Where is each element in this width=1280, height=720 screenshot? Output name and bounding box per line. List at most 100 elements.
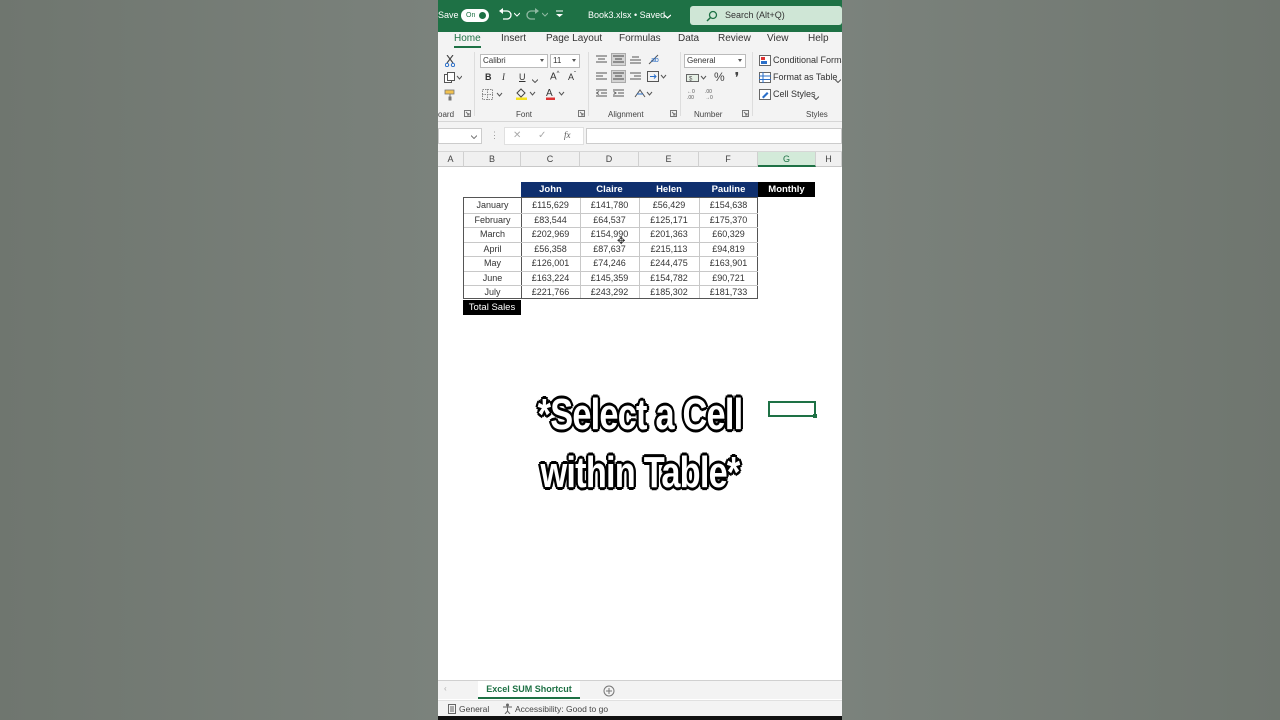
format-painter-icon[interactable] [444, 89, 456, 103]
value-cell[interactable]: £56,358 [521, 242, 580, 257]
value-cell[interactable]: £221,766 [521, 285, 580, 300]
value-cell[interactable]: £125,171 [639, 213, 699, 228]
month-cell[interactable]: July [464, 285, 521, 300]
file-name[interactable]: Book3.xlsx • Saved [588, 10, 665, 20]
value-cell[interactable]: £201,363 [639, 227, 699, 242]
underline-dropdown-icon[interactable] [531, 75, 539, 85]
value-cell[interactable]: £154,990 [580, 227, 639, 242]
increase-font-icon[interactable]: A^ [550, 71, 560, 82]
cell-styles-icon[interactable] [759, 89, 771, 102]
month-cell[interactable]: January [464, 198, 521, 213]
comma-style-icon[interactable]: ❜ [735, 70, 739, 84]
scroll-tabs-left-icon[interactable]: ‹ [444, 684, 447, 693]
value-cell[interactable]: £115,629 [521, 198, 580, 213]
wrap-text-icon[interactable] [634, 88, 654, 101]
alignment-launcher-icon[interactable] [670, 110, 677, 119]
tab-home[interactable]: Home [454, 33, 481, 48]
column-header-d[interactable]: D [580, 152, 639, 167]
month-cell[interactable]: April [464, 242, 521, 257]
header-cell-helen[interactable]: Helen [639, 182, 699, 197]
sheet-tab-excel-sum-shortcut[interactable]: Excel SUM Shortcut [478, 681, 580, 699]
cut-icon[interactable] [444, 54, 456, 69]
header-cell-john[interactable]: John [521, 182, 580, 197]
tab-review[interactable]: Review [718, 33, 751, 44]
value-cell[interactable]: £154,638 [699, 198, 758, 213]
value-cell[interactable]: £185,302 [639, 285, 699, 300]
name-box-dropdown-icon[interactable] [471, 135, 477, 139]
accessibility-status[interactable]: Accessibility: Good to go [515, 704, 608, 714]
top-align-icon[interactable] [596, 55, 607, 66]
font-name-combo[interactable]: Calibri [480, 54, 548, 68]
worksheet-grid[interactable]: A B C D E F G H John Claire Helen Paulin… [438, 152, 842, 680]
value-cell[interactable]: £60,329 [699, 227, 758, 242]
increase-indent-icon[interactable] [613, 89, 624, 100]
formula-input[interactable] [586, 128, 842, 144]
format-as-table-button[interactable]: Format as Table [773, 72, 837, 82]
tab-page-layout[interactable]: Page Layout [546, 33, 602, 44]
decrease-font-icon[interactable]: Aˇ [568, 72, 576, 82]
undo-icon[interactable] [498, 8, 512, 22]
redo-icon[interactable] [526, 8, 540, 22]
underline-button[interactable]: U [519, 72, 526, 82]
column-header-g[interactable]: G [758, 152, 816, 167]
header-cell-monthly[interactable]: Monthly [758, 182, 815, 197]
value-cell[interactable]: £87,637 [580, 242, 639, 257]
middle-align-icon[interactable] [611, 53, 626, 66]
value-cell[interactable]: £64,537 [580, 213, 639, 228]
search-box[interactable]: Search (Alt+Q) [690, 6, 842, 25]
bold-button[interactable]: B [485, 72, 492, 82]
value-cell[interactable]: £145,359 [580, 271, 639, 286]
value-cell[interactable]: £181,733 [699, 285, 758, 300]
value-cell[interactable]: £175,370 [699, 213, 758, 228]
column-header-c[interactable]: C [521, 152, 580, 167]
header-cell-pauline[interactable]: Pauline [699, 182, 758, 197]
value-cell[interactable]: £94,819 [699, 242, 758, 257]
font-size-combo[interactable]: 11 [550, 54, 580, 68]
value-cell[interactable]: £126,001 [521, 256, 580, 271]
value-cell[interactable]: £83,544 [521, 213, 580, 228]
italic-button[interactable]: I [502, 72, 505, 82]
align-center-icon[interactable] [611, 70, 626, 83]
enter-icon[interactable]: ✓ [538, 130, 546, 141]
insert-function-icon[interactable]: fx [564, 130, 571, 140]
value-cell[interactable]: £163,901 [699, 256, 758, 271]
autosave-toggle[interactable]: On [461, 9, 489, 22]
value-cell[interactable]: £163,224 [521, 271, 580, 286]
font-launcher-icon[interactable] [578, 110, 585, 119]
fill-handle[interactable] [813, 414, 817, 418]
value-cell[interactable]: £202,969 [521, 227, 580, 242]
value-cell[interactable]: £154,782 [639, 271, 699, 286]
percent-icon[interactable]: % [714, 70, 725, 84]
cell-styles-button[interactable]: Cell Styles [773, 89, 816, 99]
month-cell[interactable]: March [464, 227, 521, 242]
clipboard-launcher-icon[interactable] [464, 110, 471, 119]
merge-center-icon[interactable] [647, 71, 667, 84]
value-cell[interactable]: £215,113 [639, 242, 699, 257]
align-left-icon[interactable] [596, 72, 607, 83]
copy-icon[interactable] [444, 72, 463, 85]
bottom-align-icon[interactable] [630, 55, 641, 66]
fill-color-icon[interactable] [515, 87, 537, 102]
tab-insert[interactable]: Insert [501, 33, 526, 44]
tab-view[interactable]: View [767, 33, 789, 44]
column-header-f[interactable]: F [699, 152, 758, 167]
align-right-icon[interactable] [630, 72, 641, 83]
month-cell[interactable]: May [464, 256, 521, 271]
redo-dropdown-icon[interactable] [541, 9, 549, 19]
month-cell[interactable]: February [464, 213, 521, 228]
tab-help[interactable]: Help [808, 33, 829, 44]
column-header-h[interactable]: H [816, 152, 842, 167]
format-as-table-icon[interactable] [759, 72, 771, 85]
value-cell[interactable]: £90,721 [699, 271, 758, 286]
accessibility-icon[interactable] [502, 703, 513, 716]
decrease-decimal-icon[interactable]: .00 →0 [705, 88, 719, 102]
undo-dropdown-icon[interactable] [513, 9, 521, 19]
number-launcher-icon[interactable] [742, 110, 749, 119]
conditional-formatting-icon[interactable] [759, 55, 771, 68]
increase-decimal-icon[interactable]: ←0.00 [687, 88, 701, 102]
value-cell[interactable]: £141,780 [580, 198, 639, 213]
cancel-icon[interactable]: ✕ [513, 130, 521, 141]
orientation-icon[interactable]: ab [648, 54, 659, 67]
column-header-a[interactable]: A [438, 152, 464, 167]
name-box[interactable] [438, 128, 482, 144]
